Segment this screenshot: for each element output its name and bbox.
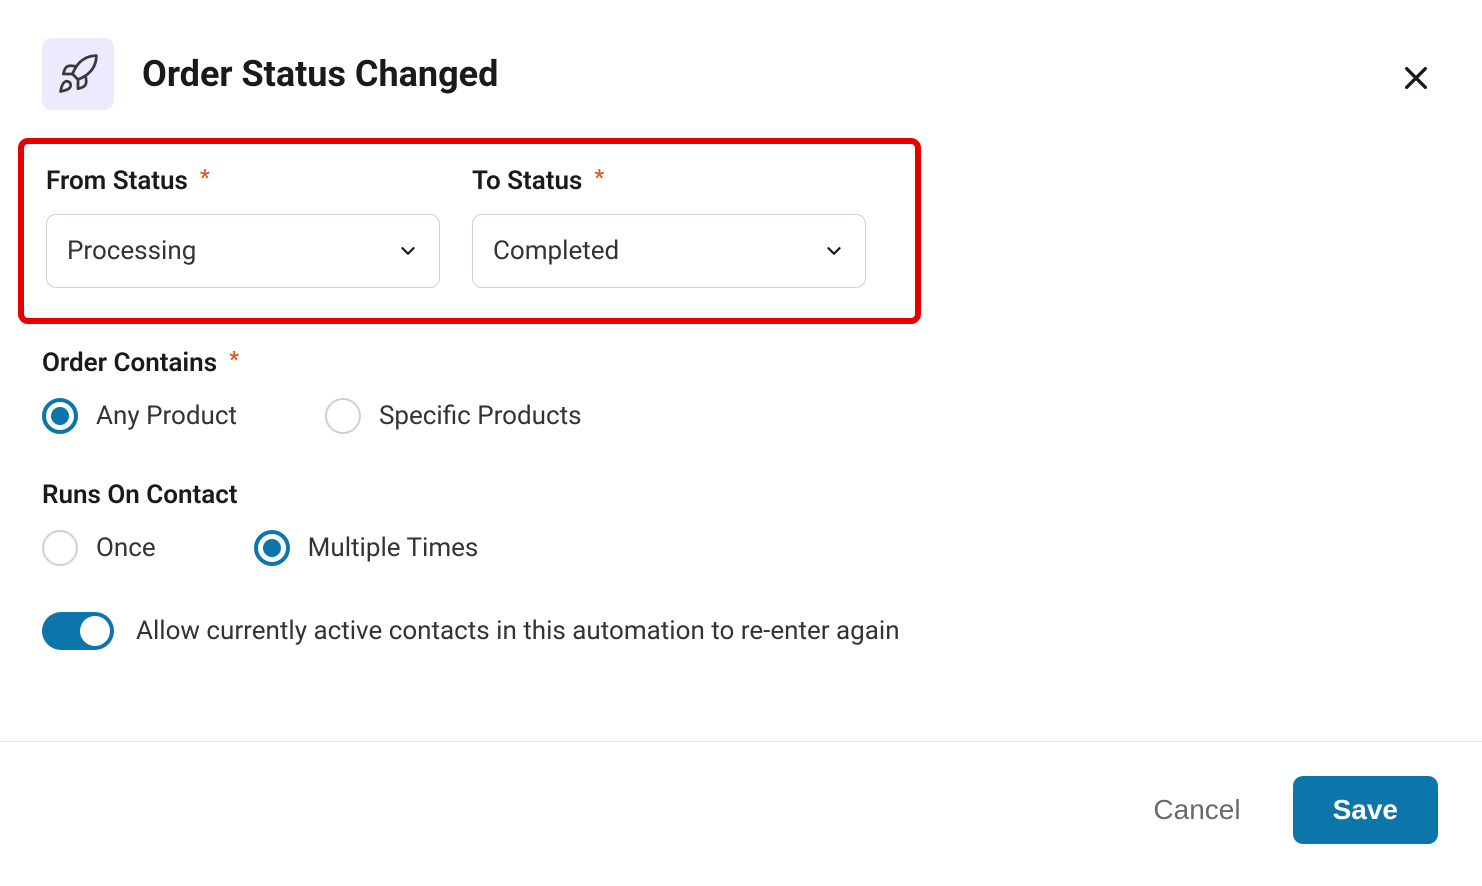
radio-any-product[interactable]: Any Product — [42, 398, 237, 434]
radio-multiple-times[interactable]: Multiple Times — [254, 530, 479, 566]
to-status-group: To Status * Completed — [472, 166, 866, 288]
order-contains-label: Order Contains * — [42, 348, 1440, 378]
rocket-icon — [56, 52, 100, 96]
radio-indicator — [42, 530, 78, 566]
from-status-label: From Status * — [46, 166, 440, 196]
radio-indicator — [254, 530, 290, 566]
close-icon — [1400, 62, 1432, 94]
to-status-value: Completed — [493, 236, 619, 266]
runs-on-contact-section: Runs On Contact Once Multiple Times — [42, 480, 1440, 566]
radio-specific-products-label: Specific Products — [379, 401, 582, 431]
runs-on-contact-radio-row: Once Multiple Times — [42, 530, 1440, 566]
save-button[interactable]: Save — [1293, 776, 1438, 844]
reenter-toggle-label: Allow currently active contacts in this … — [136, 616, 900, 646]
cancel-button[interactable]: Cancel — [1153, 794, 1240, 826]
to-status-label: To Status * — [472, 166, 866, 196]
modal-footer: Cancel Save — [0, 741, 1482, 886]
order-contains-label-text: Order Contains — [42, 348, 217, 378]
order-contains-section: Order Contains * Any Product Specific Pr… — [42, 348, 1440, 434]
modal-body: Order Status Changed From Status * Proce… — [0, 0, 1482, 741]
runs-on-contact-label: Runs On Contact — [42, 480, 1440, 510]
radio-indicator — [42, 398, 78, 434]
rocket-icon-box — [42, 38, 114, 110]
chevron-down-icon — [397, 240, 419, 262]
runs-on-contact-label-text: Runs On Contact — [42, 480, 238, 510]
from-status-value: Processing — [67, 236, 196, 266]
modal-container: Order Status Changed From Status * Proce… — [0, 0, 1482, 886]
radio-indicator — [325, 398, 361, 434]
radio-specific-products[interactable]: Specific Products — [325, 398, 582, 434]
radio-once-label: Once — [96, 533, 156, 563]
required-indicator: * — [594, 166, 604, 191]
chevron-down-icon — [823, 240, 845, 262]
required-indicator: * — [229, 348, 239, 373]
required-indicator: * — [200, 166, 210, 191]
radio-any-product-label: Any Product — [96, 401, 237, 431]
from-status-select[interactable]: Processing — [46, 214, 440, 288]
from-status-group: From Status * Processing — [46, 166, 440, 288]
radio-once[interactable]: Once — [42, 530, 156, 566]
radio-multiple-times-label: Multiple Times — [308, 533, 479, 563]
status-highlight-box: From Status * Processing To Status * Com… — [18, 138, 921, 324]
reenter-toggle[interactable] — [42, 612, 114, 650]
to-status-select[interactable]: Completed — [472, 214, 866, 288]
modal-title: Order Status Changed — [142, 53, 498, 95]
reenter-toggle-row: Allow currently active contacts in this … — [42, 612, 1440, 650]
modal-header: Order Status Changed — [42, 38, 1440, 110]
close-button[interactable] — [1396, 58, 1436, 101]
from-status-label-text: From Status — [46, 166, 188, 196]
order-contains-radio-row: Any Product Specific Products — [42, 398, 1440, 434]
to-status-label-text: To Status — [472, 166, 582, 196]
